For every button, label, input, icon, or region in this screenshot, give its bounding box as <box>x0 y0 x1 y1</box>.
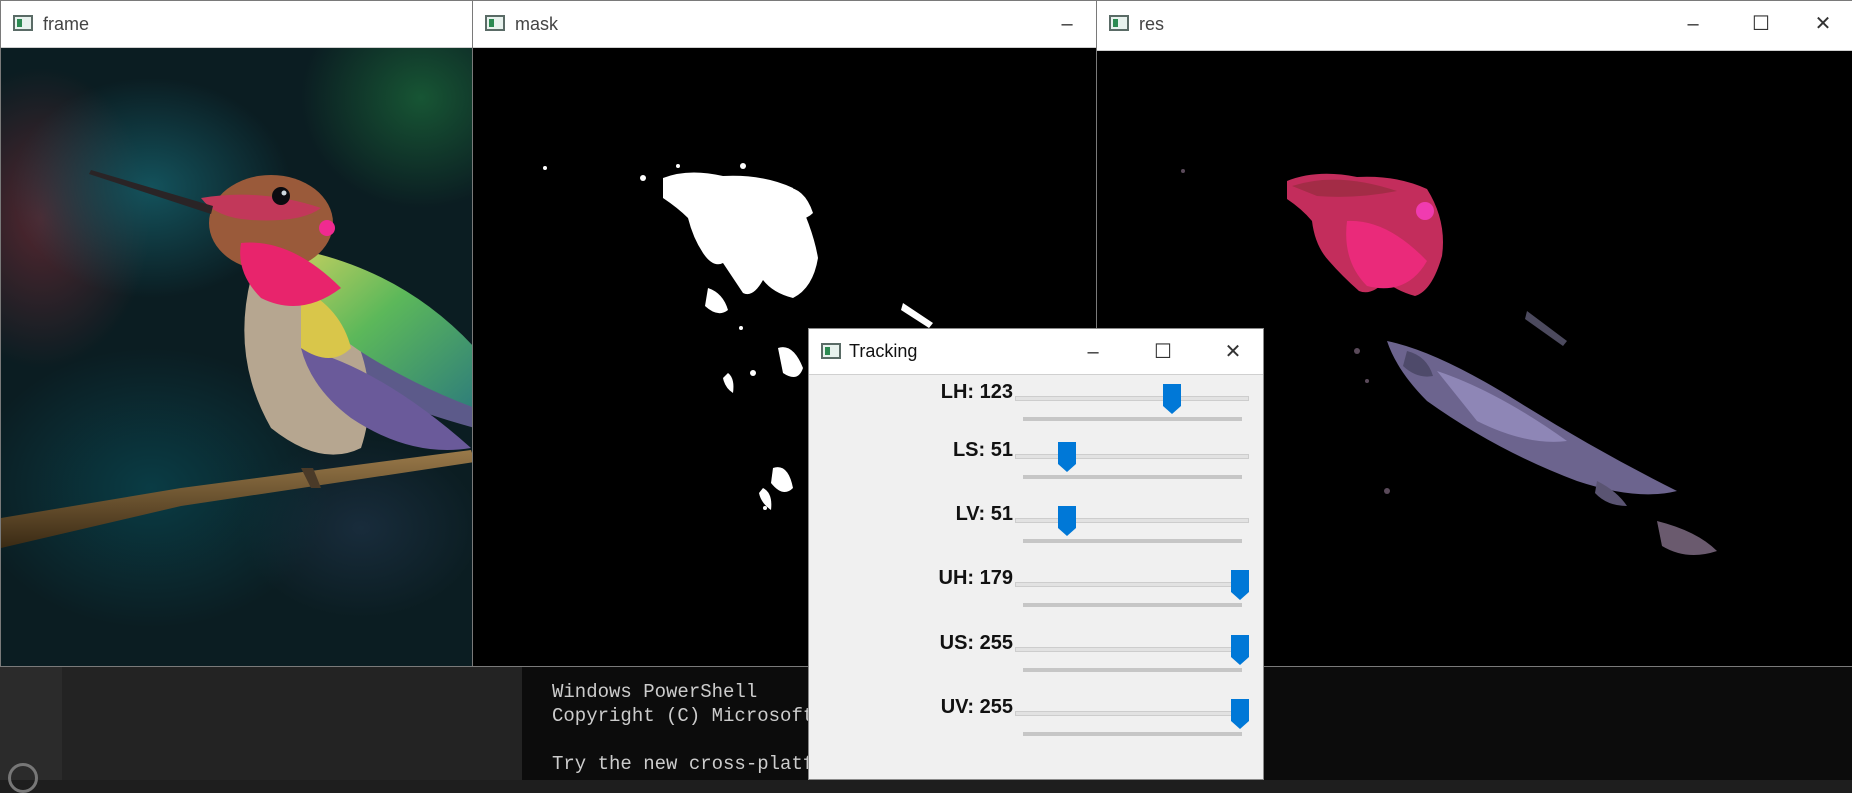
hummingbird-image <box>1 170 473 548</box>
tracking-window[interactable]: Tracking – ☐ ✕ LH: 123 LS: 51 LV: 51 UH:… <box>808 328 1264 780</box>
slider-track[interactable] <box>1015 647 1249 652</box>
slider-label: LS: 51 <box>952 439 1013 461</box>
slider-track[interactable] <box>1015 711 1249 716</box>
slider-label: UV: 255 <box>940 696 1013 718</box>
slider-row: UH: 179 <box>809 567 1263 627</box>
slider-track[interactable] <box>1015 518 1249 523</box>
console-line: Try the new cross-platfo <box>552 753 826 775</box>
close-button[interactable]: ✕ <box>1793 1 1852 47</box>
slider-thumb[interactable] <box>1231 570 1249 600</box>
console-line: Copyright (C) Microsoft <box>552 705 815 727</box>
slider-thumb[interactable] <box>1231 699 1249 729</box>
app-icon <box>13 15 33 31</box>
frame-window[interactable]: frame <box>0 0 474 667</box>
app-icon <box>485 15 505 31</box>
slider-label: LH: 123 <box>940 381 1013 403</box>
circle-icon[interactable] <box>8 763 38 793</box>
slider-row: UV: 255 <box>809 696 1263 756</box>
minimize-button[interactable]: – <box>1037 1 1097 47</box>
slider-tick-bar <box>1023 417 1242 421</box>
maximize-button[interactable]: ☐ <box>1133 329 1193 375</box>
slider-label: LV: 51 <box>955 503 1013 525</box>
maximize-button[interactable]: ☐ <box>1731 1 1791 47</box>
console-line: Windows PowerShell <box>552 681 758 703</box>
mask-title: mask <box>515 14 559 34</box>
mask-titlebar[interactable]: mask – <box>473 1 1097 48</box>
slider-label: US: 255 <box>939 632 1013 654</box>
slider-row: LH: 123 <box>809 381 1263 441</box>
frame-titlebar[interactable]: frame <box>1 1 473 48</box>
slider-tick-bar <box>1023 603 1242 607</box>
slider-row: US: 255 <box>809 632 1263 692</box>
res-title: res <box>1139 14 1165 34</box>
slider-thumb[interactable] <box>1163 384 1182 414</box>
slider-tick-bar <box>1023 668 1242 672</box>
side-strip <box>0 667 62 793</box>
frame-title: frame <box>43 14 90 34</box>
slider-thumb[interactable] <box>1058 442 1077 472</box>
app-icon <box>1109 15 1129 31</box>
slider-tick-bar <box>1023 475 1242 479</box>
minimize-button[interactable]: – <box>1663 1 1723 47</box>
tracking-title: Tracking <box>849 341 918 361</box>
app-icon <box>821 343 841 359</box>
tracking-titlebar[interactable]: Tracking – ☐ ✕ <box>809 329 1263 375</box>
minimize-button[interactable]: – <box>1063 329 1123 375</box>
slider-row: LV: 51 <box>809 503 1263 563</box>
frame-image <box>1 48 473 666</box>
slider-tick-bar <box>1023 732 1242 736</box>
slider-row: LS: 51 <box>809 439 1263 499</box>
slider-track[interactable] <box>1015 396 1249 401</box>
close-button[interactable]: ✕ <box>1203 329 1263 375</box>
slider-thumb[interactable] <box>1058 506 1077 536</box>
slider-tick-bar <box>1023 539 1242 543</box>
slider-label: UH: 179 <box>938 567 1013 589</box>
slider-track[interactable] <box>1015 582 1249 587</box>
slider-thumb[interactable] <box>1231 635 1249 665</box>
res-titlebar[interactable]: res – ☐ ✕ <box>1097 1 1852 51</box>
slider-track[interactable] <box>1015 454 1249 459</box>
